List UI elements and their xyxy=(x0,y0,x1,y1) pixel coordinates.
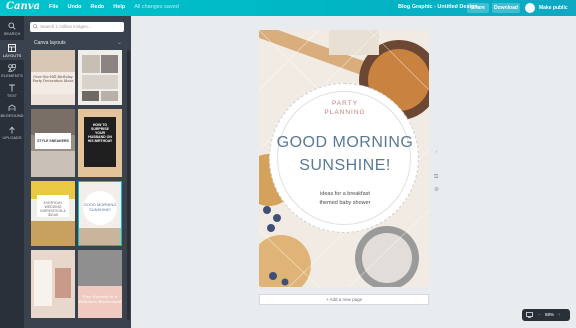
save-status: All changes saved xyxy=(134,4,179,10)
add-page-button[interactable]: + Add a new page xyxy=(259,294,429,305)
chevron-down-icon[interactable]: ⌄ xyxy=(117,39,122,46)
layout-thumb-5[interactable]: EVERYDAY WEDDING INSPIRATION & IDEAS xyxy=(31,181,75,246)
monitor-icon xyxy=(526,312,533,318)
design-page[interactable]: PARTY PLANNING GOOD MORNING SUNSHINE! id… xyxy=(259,30,429,287)
zoom-minus-icon[interactable]: − xyxy=(538,312,541,317)
zoom-level: 58% xyxy=(545,312,555,317)
copy-page-icon[interactable]: ⧉ xyxy=(434,174,438,181)
delete-page-icon[interactable]: ⊗ xyxy=(434,186,439,193)
layout-thumb-2[interactable] xyxy=(78,50,122,105)
design-title-line1[interactable]: GOOD MORNING xyxy=(270,133,420,152)
menu-file[interactable]: File xyxy=(49,4,58,10)
layout-thumb-7[interactable] xyxy=(31,250,75,318)
rail-layouts-label: LAYOUTS xyxy=(2,53,22,58)
panel-title: Canva layouts xyxy=(34,40,66,46)
panel-scrollbar[interactable] xyxy=(127,50,130,320)
layout-thumb-6-text: GOOD MORNING SUNSHINE! xyxy=(83,202,117,212)
top-bar: Canva File Undo Redo Help All changes sa… xyxy=(0,0,576,16)
rail-uploads[interactable]: UPLOADS xyxy=(0,126,24,144)
text-icon xyxy=(9,84,15,92)
search-placeholder: Search 1 million images... xyxy=(40,24,92,29)
layout-thumb-1[interactable]: Over-the-Hill Birthday Party Decoration … xyxy=(31,50,75,105)
layout-thumb-4[interactable]: HOW TO SURPRISE YOUR HUSBAND ON HIS BIRT… xyxy=(78,109,122,177)
layout-thumb-6-selected[interactable]: GOOD MORNING SUNSHINE! xyxy=(78,181,122,246)
layout-thumb-3-text: STYLE SNEAKERS xyxy=(37,139,69,143)
rail-uploads-label: UPLOADS xyxy=(2,135,22,140)
layout-thumb-8[interactable]: Five Secrets to a Fabulous Bridesmaid xyxy=(78,250,122,318)
left-rail: SEARCH LAYOUTS ELEMENTS TEXT BKGROUND UP… xyxy=(0,16,24,328)
layouts-icon xyxy=(8,44,16,52)
rail-text[interactable]: TEXT xyxy=(0,84,24,102)
elements-icon xyxy=(8,64,16,72)
layout-thumb-1-text: Over-the-Hill Birthday Party Decoration … xyxy=(32,75,74,83)
canva-logo[interactable]: Canva xyxy=(6,1,40,12)
menu-undo[interactable]: Undo xyxy=(67,4,81,10)
rail-elements-label: ELEMENTS xyxy=(1,73,23,78)
design-subtitle-line2[interactable]: PLANNING xyxy=(270,109,420,116)
layout-thumb-8-text: Five Secrets to a Fabulous Bridesmaid xyxy=(78,294,122,304)
search-icon xyxy=(33,24,38,29)
zoom-plus-icon[interactable]: + xyxy=(558,312,561,317)
zoom-control[interactable]: − 58% + xyxy=(522,309,570,321)
title-circle[interactable]: PARTY PLANNING GOOD MORNING SUNSHINE! id… xyxy=(269,83,419,233)
rail-text-label: TEXT xyxy=(6,93,18,98)
layout-thumb-3[interactable]: STYLE SNEAKERS xyxy=(31,109,75,177)
search-icon xyxy=(8,22,16,30)
design-desc-line1[interactable]: ideas for a breakfast xyxy=(270,190,420,198)
rail-background-label: BKGROUND xyxy=(0,113,24,118)
background-icon xyxy=(8,104,16,111)
layout-thumb-4-text: HOW TO SURPRISE YOUR HUSBAND ON HIS BIRT… xyxy=(87,123,113,143)
move-up-icon[interactable]: ↑ xyxy=(435,150,438,156)
top-menu: File Undo Redo Help All changes saved xyxy=(49,4,179,10)
rail-background[interactable]: BKGROUND xyxy=(0,104,24,122)
design-title-line2[interactable]: SUNSHINE! xyxy=(270,156,420,175)
avatar[interactable] xyxy=(525,3,535,13)
document-title[interactable]: Blog Graphic - Untitled Design xyxy=(398,4,478,10)
menu-redo[interactable]: Redo xyxy=(91,4,105,10)
design-desc-line2[interactable]: themed baby shower xyxy=(270,199,420,207)
rail-elements[interactable]: ELEMENTS xyxy=(0,64,24,82)
design-subtitle-line1[interactable]: PARTY xyxy=(270,100,420,107)
menu-help[interactable]: Help xyxy=(113,4,125,10)
layout-thumb-5-text: EVERYDAY WEDDING INSPIRATION & IDEAS xyxy=(40,201,66,217)
rail-search-label: SEARCH xyxy=(3,31,21,36)
make-public-button[interactable]: Make public xyxy=(539,5,568,11)
uploads-icon xyxy=(9,126,15,134)
download-button[interactable]: Download xyxy=(492,3,520,13)
rail-layouts[interactable]: LAYOUTS xyxy=(0,40,24,60)
rail-search[interactable]: SEARCH xyxy=(0,22,24,40)
search-input[interactable]: Search 1 million images... xyxy=(30,22,124,32)
share-button[interactable]: Share xyxy=(467,3,489,13)
